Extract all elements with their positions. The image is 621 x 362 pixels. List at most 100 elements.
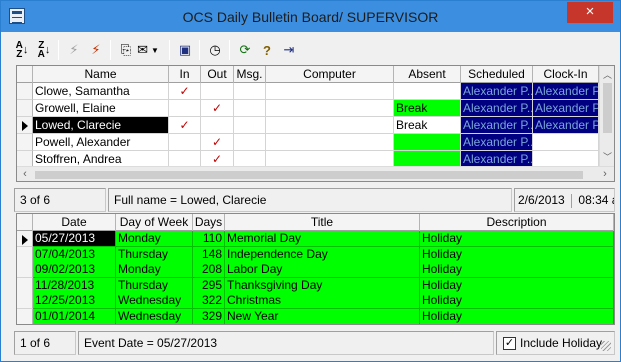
row-indicator[interactable] (17, 246, 33, 263)
description-cell[interactable]: Holiday (420, 308, 614, 324)
out-cell[interactable] (201, 83, 234, 100)
date-cell[interactable]: 01/01/2014 (33, 308, 116, 324)
event-row[interactable]: 07/04/2013 Thursday 148 Independence Day Hol… (17, 246, 614, 264)
mail-dropdown-icon[interactable]: ✉ ▼ (137, 39, 159, 61)
scroll-right-arrow[interactable]: › (599, 168, 611, 180)
out-cell[interactable] (201, 117, 234, 134)
row-indicator[interactable] (17, 262, 33, 278)
horizontal-scroll-thumb[interactable] (35, 171, 583, 179)
msg-cell[interactable] (234, 100, 266, 117)
days-cell[interactable]: 329 (193, 308, 225, 324)
event-row[interactable]: 09/02/2013 Monday 208 Labor Day Holiday (17, 262, 614, 279)
scheduled-cell[interactable]: Alexander P... (461, 100, 533, 117)
in-cell[interactable] (169, 100, 201, 117)
title-bar[interactable]: OCS Daily Bulletin Board/ SUPERVISOR × (1, 1, 620, 32)
title-cell[interactable]: Memorial Day (225, 231, 420, 247)
employee-horizontal-scrollbar[interactable]: ‹ › (17, 166, 614, 181)
col-absent[interactable]: Absent (394, 66, 461, 83)
col-clock-in[interactable]: Clock-In (533, 66, 599, 83)
sort-descending-icon[interactable]: Z A ↓ (33, 39, 55, 61)
out-cell[interactable]: ✓ (201, 100, 234, 117)
scroll-left-arrow[interactable]: ‹ (19, 168, 31, 180)
event-row[interactable]: 01/01/2014 Wednesday 329 New Year Holiday (17, 308, 614, 324)
clock-in-cell[interactable] (533, 134, 599, 151)
date-cell[interactable]: 05/27/2013 (33, 231, 116, 247)
date-cell[interactable]: 12/25/2013 (33, 293, 116, 309)
resize-grip[interactable] (601, 341, 611, 351)
computer-cell[interactable] (266, 117, 394, 134)
include-holiday-checkbox[interactable]: ✓ (503, 337, 516, 350)
day-of-week-cell[interactable]: Thursday (116, 246, 193, 263)
out-cell[interactable]: ✓ (201, 134, 234, 151)
description-cell[interactable]: Holiday (420, 231, 614, 247)
col-day-of-week[interactable]: Day of Week (116, 214, 193, 231)
employee-vertical-scrollbar[interactable]: ︿ ﹀ (599, 66, 614, 166)
title-cell[interactable]: Independence Day (225, 246, 420, 263)
in-cell[interactable] (169, 134, 201, 151)
msg-cell[interactable] (234, 117, 266, 134)
day-of-week-cell[interactable]: Thursday (116, 277, 193, 294)
day-of-week-cell[interactable]: Monday (116, 231, 193, 247)
copy-icon[interactable]: ⎘ (115, 39, 137, 61)
absent-cell[interactable]: Break (394, 100, 461, 117)
msg-cell[interactable] (234, 134, 266, 151)
scroll-up-arrow[interactable]: ︿ (600, 68, 614, 81)
col-out[interactable]: Out (201, 66, 234, 83)
col-computer[interactable]: Computer (266, 66, 394, 83)
name-cell[interactable]: Lowed, Clarecie (33, 117, 169, 134)
monitor-icon[interactable]: ▣ (174, 39, 196, 61)
date-cell[interactable]: 11/28/2013 (33, 277, 116, 294)
exit-icon[interactable]: ⇥ (278, 39, 300, 61)
date-cell[interactable]: 09/02/2013 (33, 262, 116, 278)
event-row[interactable]: 12/25/2013 Wednesday 322 Christmas Holiday (17, 293, 614, 310)
scheduled-cell[interactable]: Alexander P... (461, 117, 533, 134)
row-indicator[interactable] (17, 277, 33, 294)
close-button[interactable]: × (567, 2, 613, 23)
col-name[interactable]: Name (33, 66, 169, 83)
in-cell[interactable]: ✓ (169, 117, 201, 134)
row-indicator[interactable] (17, 308, 33, 324)
in-cell[interactable]: ✓ (169, 83, 201, 100)
col-msg[interactable]: Msg. (234, 66, 266, 83)
msg-cell[interactable] (234, 83, 266, 100)
day-of-week-cell[interactable]: Monday (116, 262, 193, 278)
description-cell[interactable]: Holiday (420, 277, 614, 294)
title-cell[interactable]: Christmas (225, 293, 420, 309)
scheduled-cell[interactable]: Alexander P... (461, 83, 533, 100)
remove-filter-icon[interactable]: ⚡ (85, 39, 107, 61)
row-indicator[interactable] (17, 134, 33, 151)
computer-cell[interactable] (266, 100, 394, 117)
scheduled-cell[interactable]: Alexander P... (461, 134, 533, 151)
computer-cell[interactable] (266, 134, 394, 151)
sort-ascending-icon[interactable]: A Z ↓ (11, 39, 33, 61)
name-cell[interactable]: Growell, Elaine (33, 100, 169, 117)
description-cell[interactable]: Holiday (420, 262, 614, 278)
day-of-week-cell[interactable]: Wednesday (116, 308, 193, 324)
days-cell[interactable]: 148 (193, 246, 225, 263)
title-cell[interactable]: Thanksgiving Day (225, 277, 420, 294)
title-cell[interactable]: New Year (225, 308, 420, 324)
employee-grid[interactable]: Name In Out Msg. Computer Absent Schedul… (16, 65, 615, 182)
title-cell[interactable]: Labor Day (225, 262, 420, 278)
days-cell[interactable]: 110 (193, 231, 225, 247)
name-cell[interactable]: Clowe, Samantha (33, 83, 169, 100)
scroll-thumb[interactable] (603, 83, 612, 133)
absent-cell[interactable] (394, 134, 461, 151)
current-row-indicator[interactable] (17, 231, 33, 247)
clock-in-cell[interactable]: Alexander P... (533, 83, 599, 100)
days-cell[interactable]: 295 (193, 277, 225, 294)
filter-icon[interactable]: ⚡ (63, 39, 85, 61)
employee-row[interactable]: Clowe, Samantha ✓ Alexander P... Alexander … (17, 83, 599, 100)
current-row-indicator[interactable] (17, 117, 33, 134)
clock-in-cell[interactable]: Alexander P... (533, 100, 599, 117)
col-scheduled[interactable]: Scheduled (461, 66, 533, 83)
refresh-icon[interactable]: ⟳ (234, 39, 256, 61)
col-in[interactable]: In (169, 66, 201, 83)
computer-cell[interactable] (266, 83, 394, 100)
date-cell[interactable]: 07/04/2013 (33, 246, 116, 263)
scroll-down-arrow[interactable]: ﹀ (600, 150, 614, 163)
col-title[interactable]: Title (225, 214, 420, 231)
row-indicator[interactable] (17, 100, 33, 117)
name-cell[interactable]: Powell, Alexander (33, 134, 169, 151)
col-description[interactable]: Description (420, 214, 614, 231)
